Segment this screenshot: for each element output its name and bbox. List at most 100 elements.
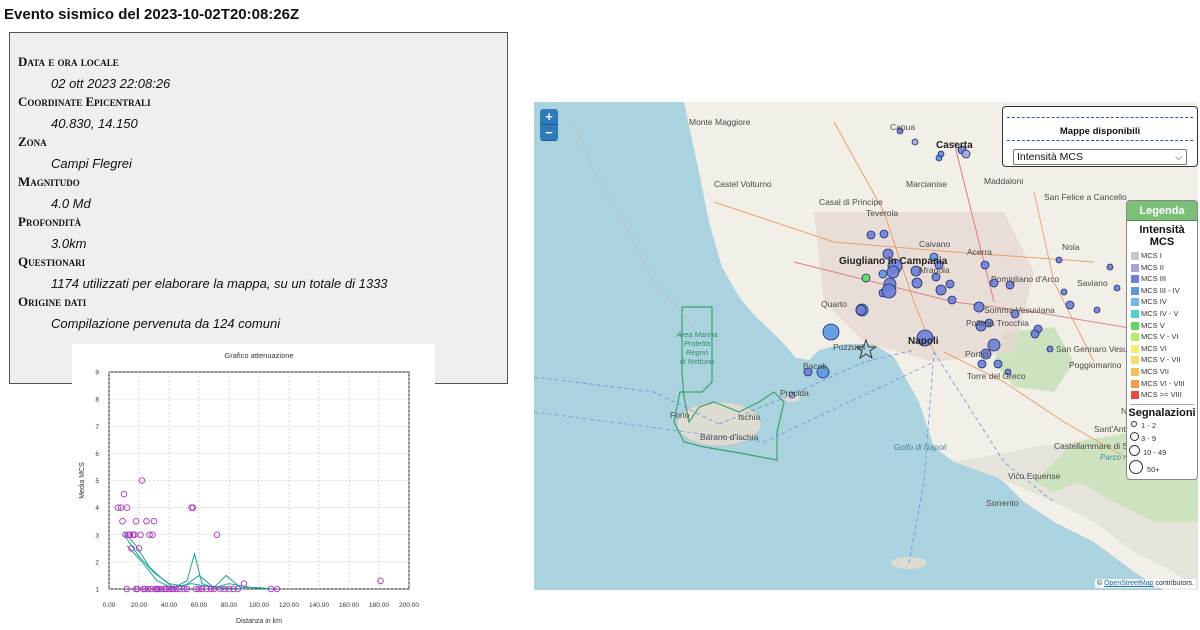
map-place-label: Casal di Principe [819,197,883,207]
map-legend: Legenda Intensità MCS MCS I MCS II MCS III… [1126,200,1198,480]
legend-reports-title: Segnalazioni [1128,406,1196,419]
intensity-point[interactable] [822,323,840,341]
intensity-point[interactable] [1046,345,1054,353]
legend-color-swatch [1131,309,1139,318]
legend-color-swatch [1131,344,1139,353]
x-axis-label: Distanza in km [236,618,282,625]
intensity-point[interactable] [911,138,919,146]
map-place-label: Procida [780,388,809,398]
legend-color-swatch [1131,356,1139,365]
legend-report-row: 10 - 49 [1127,444,1197,459]
legend-item: MCS V - VI [1127,331,1197,343]
map-attribution: © OpenStreetMap contributors. [1094,579,1196,588]
map-place-label: Poggiomarino [1069,360,1122,370]
y-tick-label: 6 [95,451,99,458]
info-label-datetime: Data e ora locale [18,54,119,69]
legend-item: MCS IV - V [1127,308,1197,320]
info-label-data-origin: Origine dati [18,294,87,309]
map-place-label: Marcianise [906,179,947,189]
intensity-point[interactable] [1113,284,1121,292]
map-place-label: San Felice a Cancello [1044,192,1127,202]
legend-item-label: MCS III [1141,274,1167,284]
legend-intensity-list: MCS I MCS II MCS III MCS III - IV MCS IV MCS … [1127,250,1197,401]
x-tick-label: 140.00 [309,602,329,609]
intensity-point[interactable] [881,283,897,299]
map-place-label: Teverola [866,208,898,218]
intensity-point[interactable] [973,301,985,313]
intensity-point[interactable] [961,149,971,159]
legend-item: MCS V [1127,320,1197,332]
info-value-datetime: 02 ott 2023 22:08:26 [51,76,171,91]
x-tick-label: 200.00 [399,602,419,609]
intensity-point[interactable] [1030,329,1040,339]
legend-item: MCS III - IV [1127,285,1197,297]
map-place-label: Maddaloni [984,176,1023,186]
intensity-point[interactable] [977,359,987,369]
intensity-point[interactable] [1055,256,1063,264]
legend-report-row: 1 - 2 [1127,419,1197,431]
legend-item-label: MCS III - IV [1141,285,1180,295]
intensity-point[interactable] [879,229,889,239]
info-label-questionnaires: Questionari [18,254,86,269]
legend-item: MCS V - VII [1127,354,1197,366]
map-type-select[interactable]: Intensità MCS ⌵ [1013,149,1187,165]
intensity-point[interactable] [1060,288,1068,296]
legend-color-swatch [1131,391,1139,400]
intensity-point[interactable] [866,230,876,240]
map-place-label: Pomigliano d'Arco [991,274,1060,284]
y-tick-label: 3 [95,532,99,539]
legend-item-label: MCS I [1141,251,1162,260]
attribution-prefix: © [1096,580,1103,587]
legend-item-label: MCS IV - V [1141,308,1179,318]
map-place-label: Caivano [919,239,950,249]
legend-report-label: 50+ [1147,464,1160,474]
x-tick-label: 100.00 [249,602,269,609]
x-tick-label: 160.00 [339,602,359,609]
legend-report-row: 50+ [1127,459,1197,476]
legend-intensity-title: Intensità MCS [1139,224,1185,248]
attenuation-chart: Grafico attenuazione 0.00 20.00 40.00 60.00 8… [79,351,419,625]
x-tick-label: 60.00 [191,602,208,609]
map-place-label: Afragola [918,265,950,275]
map-base[interactable]: Monte Maggiore Capua Caserta Castel Volturn… [534,102,1198,590]
attribution-link[interactable]: OpenStreetMap [1104,580,1153,587]
intensity-point[interactable] [1093,306,1101,314]
zoom-in-button[interactable]: + [540,109,558,125]
intensity-point[interactable] [1065,300,1075,310]
intensity-point[interactable] [855,304,867,316]
intensity-point[interactable] [878,269,888,279]
intensity-point[interactable] [945,279,955,289]
map-place-label: Nola [1062,242,1080,252]
intensity-point[interactable] [911,277,923,289]
intensity-map[interactable]: Monte Maggiore Capua Caserta Castel Volturn… [534,102,1198,590]
intensity-point[interactable] [935,284,947,296]
y-tick-label: 1 [95,587,99,594]
intensity-point[interactable] [980,260,990,270]
map-place-label: Portici [965,349,989,359]
intensity-point[interactable] [1106,263,1114,271]
intensity-point[interactable] [937,150,945,158]
intensity-point[interactable] [886,265,900,279]
legend-color-swatch [1131,263,1139,272]
map-place-label: Pollena Trocchia [966,318,1029,328]
legend-item-label: MCS IV [1141,297,1167,307]
x-tick-label: 0.00 [103,602,116,609]
maps-panel-divider [1007,140,1193,141]
zoom-control[interactable]: + − [540,109,558,141]
maps-panel-title: Mappe disponibili [1059,126,1141,137]
report-size-circle [1129,444,1140,456]
report-size-circle [1129,459,1143,474]
map-place-label: Acerra [967,247,992,257]
attribution-suffix: contributors. [1155,580,1194,587]
map-place-label: Golfo di Napoli [894,443,947,452]
intensity-point[interactable] [987,338,1001,352]
map-place-label: Caserta [936,140,973,151]
intensity-point[interactable] [861,273,871,283]
info-value-magnitude: 4.0 Md [51,196,91,211]
legend-color-swatch [1131,367,1139,376]
legend-color-swatch [1131,333,1139,342]
intensity-point[interactable] [947,295,957,305]
map-place-label: Torre del Greco [967,371,1026,381]
zoom-out-button[interactable]: − [540,125,558,141]
intensity-point[interactable] [993,359,1003,369]
